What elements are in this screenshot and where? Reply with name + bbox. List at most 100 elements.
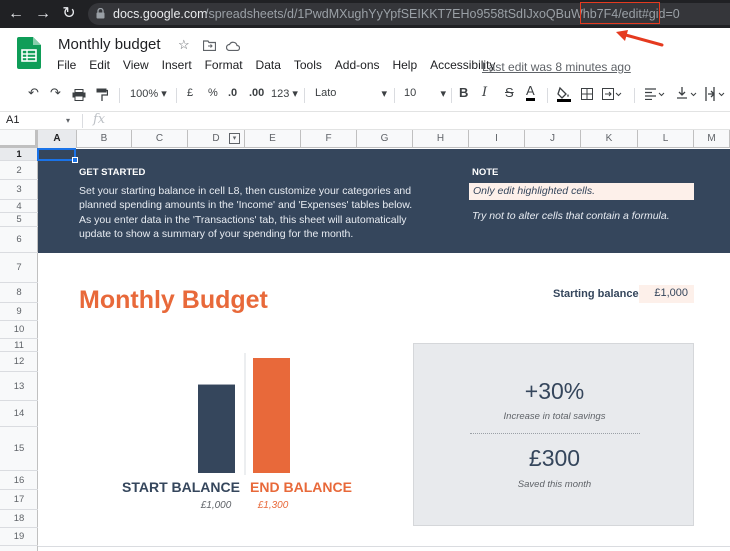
select-all-corner[interactable]: [0, 130, 38, 148]
name-box[interactable]: A1: [6, 114, 19, 126]
row-header-4[interactable]: 4: [0, 200, 38, 213]
menu-edit[interactable]: Edit: [89, 58, 110, 72]
undo-icon[interactable]: ↶: [28, 85, 39, 101]
column-header-b[interactable]: B: [77, 130, 132, 148]
reload-icon[interactable]: ↻: [59, 4, 79, 24]
value-label-end: £1,300: [257, 500, 289, 511]
menu-insert[interactable]: Insert: [162, 58, 192, 72]
lock-icon: [96, 8, 105, 19]
formatting-toolbar: ↶ ↷ 100% ▾ £ % .0 .00 123 ▾ Lato ▾ 10 ▾ B …: [0, 80, 730, 110]
font-select[interactable]: Lato ▾: [315, 87, 387, 100]
bold-button[interactable]: B: [459, 85, 468, 100]
column-header-m[interactable]: M: [694, 130, 730, 148]
starting-balance-label: Starting balance:: [553, 288, 643, 300]
column-header-i[interactable]: I: [469, 130, 525, 148]
last-edit-link[interactable]: Last edit was 8 minutes ago: [482, 60, 631, 74]
text-color-button[interactable]: A: [526, 84, 535, 101]
menu-format[interactable]: Format: [205, 58, 243, 72]
menu-help[interactable]: Help: [392, 58, 417, 72]
column-header-h[interactable]: H: [413, 130, 469, 148]
column-header-c[interactable]: C: [132, 130, 188, 148]
cloud-status-icon[interactable]: [226, 41, 240, 51]
row-header-8[interactable]: 8: [0, 283, 38, 303]
merge-cells-icon[interactable]: [602, 88, 622, 100]
card-divider: [470, 433, 640, 434]
column-header-g[interactable]: G: [357, 130, 413, 148]
row-header-13[interactable]: 13: [0, 372, 38, 401]
filter-dropdown-icon[interactable]: ▾: [229, 133, 240, 144]
star-icon[interactable]: ☆: [178, 37, 190, 53]
font-size-select[interactable]: 10 ▾: [404, 87, 446, 100]
row-header-9[interactable]: 9: [0, 303, 38, 321]
more-formats-select[interactable]: 123 ▾: [271, 87, 298, 100]
bar-end-balance: [253, 358, 290, 473]
row-header-5[interactable]: 5: [0, 213, 38, 227]
borders-icon[interactable]: [581, 88, 593, 100]
column-header-row: A B C D ▾ E F G H I J K L M: [0, 130, 730, 148]
note-heading: NOTE: [472, 167, 499, 178]
print-icon[interactable]: [72, 89, 86, 101]
move-folder-icon[interactable]: [203, 40, 216, 51]
menu-tools[interactable]: Tools: [294, 58, 322, 72]
banner-line-3: As you enter data in the 'Transactions' …: [79, 214, 407, 226]
balance-chart: START BALANCE END BALANCE £1,000 £1,300: [122, 353, 352, 511]
row-header-1[interactable]: 1: [0, 148, 38, 161]
redo-icon[interactable]: ↷: [50, 85, 61, 101]
row-header-12[interactable]: 12: [0, 352, 38, 372]
menu-file[interactable]: File: [57, 58, 76, 72]
column-header-k[interactable]: K: [581, 130, 638, 148]
row-header-10[interactable]: 10: [0, 321, 38, 339]
column-header-e[interactable]: E: [245, 130, 301, 148]
column-header-l[interactable]: L: [638, 130, 694, 148]
column-header-a[interactable]: A: [38, 130, 77, 148]
menu-view[interactable]: View: [123, 58, 149, 72]
strikethrough-button[interactable]: S: [505, 85, 514, 100]
saved-amount-label: Saved this month: [517, 479, 592, 490]
row-header-11[interactable]: 11: [0, 339, 38, 352]
fill-handle[interactable]: [72, 157, 78, 163]
savings-percent: +30%: [524, 378, 585, 404]
paint-format-icon[interactable]: [96, 88, 108, 102]
bar-start-balance: [198, 384, 235, 473]
row-header-3[interactable]: 3: [0, 180, 38, 200]
menu-addons[interactable]: Add-ons: [335, 58, 380, 72]
row-header-18[interactable]: 18: [0, 510, 38, 528]
starting-balance-input[interactable]: £1,000: [639, 285, 694, 303]
row-header-14[interactable]: 14: [0, 401, 38, 427]
vertical-align-icon[interactable]: [676, 87, 698, 101]
column-header-j[interactable]: J: [525, 130, 581, 148]
italic-button[interactable]: I: [482, 85, 487, 100]
document-title[interactable]: Monthly budget: [58, 36, 161, 53]
name-box-dropdown-icon[interactable]: ▾: [66, 116, 70, 125]
savings-percent-label: Increase in total savings: [503, 411, 606, 422]
row-header-15[interactable]: 15: [0, 427, 38, 471]
back-icon[interactable]: ←: [6, 4, 26, 24]
sheets-logo-icon[interactable]: [17, 37, 41, 69]
decrease-decimal-button[interactable]: .0: [228, 87, 237, 99]
increase-decimal-button[interactable]: .00: [249, 87, 264, 99]
savings-summary-card: +30% Increase in total savings £300 Save…: [413, 343, 694, 526]
percent-format-button[interactable]: %: [208, 87, 218, 99]
category-label-end: END BALANCE: [250, 479, 352, 495]
zoom-select[interactable]: 100% ▾: [130, 87, 167, 100]
row-header-19[interactable]: 19: [0, 528, 38, 546]
currency-format-button[interactable]: £: [187, 87, 193, 99]
row-header-2[interactable]: 2: [0, 161, 38, 180]
align-left-icon[interactable]: [645, 88, 665, 100]
row-header-7[interactable]: 7: [0, 253, 38, 283]
category-label-start: START BALANCE: [122, 479, 240, 495]
row-header-17[interactable]: 17: [0, 490, 38, 510]
column-header-f[interactable]: F: [301, 130, 357, 148]
text-wrap-icon[interactable]: [705, 87, 727, 101]
fill-color-icon[interactable]: [557, 86, 571, 102]
page-title: Monthly Budget: [79, 286, 268, 314]
formula-input[interactable]: [113, 113, 730, 129]
selected-cell-a1[interactable]: [37, 148, 76, 161]
column-header-d[interactable]: D ▾: [188, 130, 245, 148]
note-highlighted-cell[interactable]: Only edit highlighted cells.: [469, 183, 694, 200]
forward-icon[interactable]: →: [33, 4, 53, 24]
row-header-6[interactable]: 6: [0, 227, 38, 253]
url-host: docs.google.com: [113, 7, 208, 21]
row-header-16[interactable]: 16: [0, 471, 38, 490]
menu-data[interactable]: Data: [256, 58, 281, 72]
